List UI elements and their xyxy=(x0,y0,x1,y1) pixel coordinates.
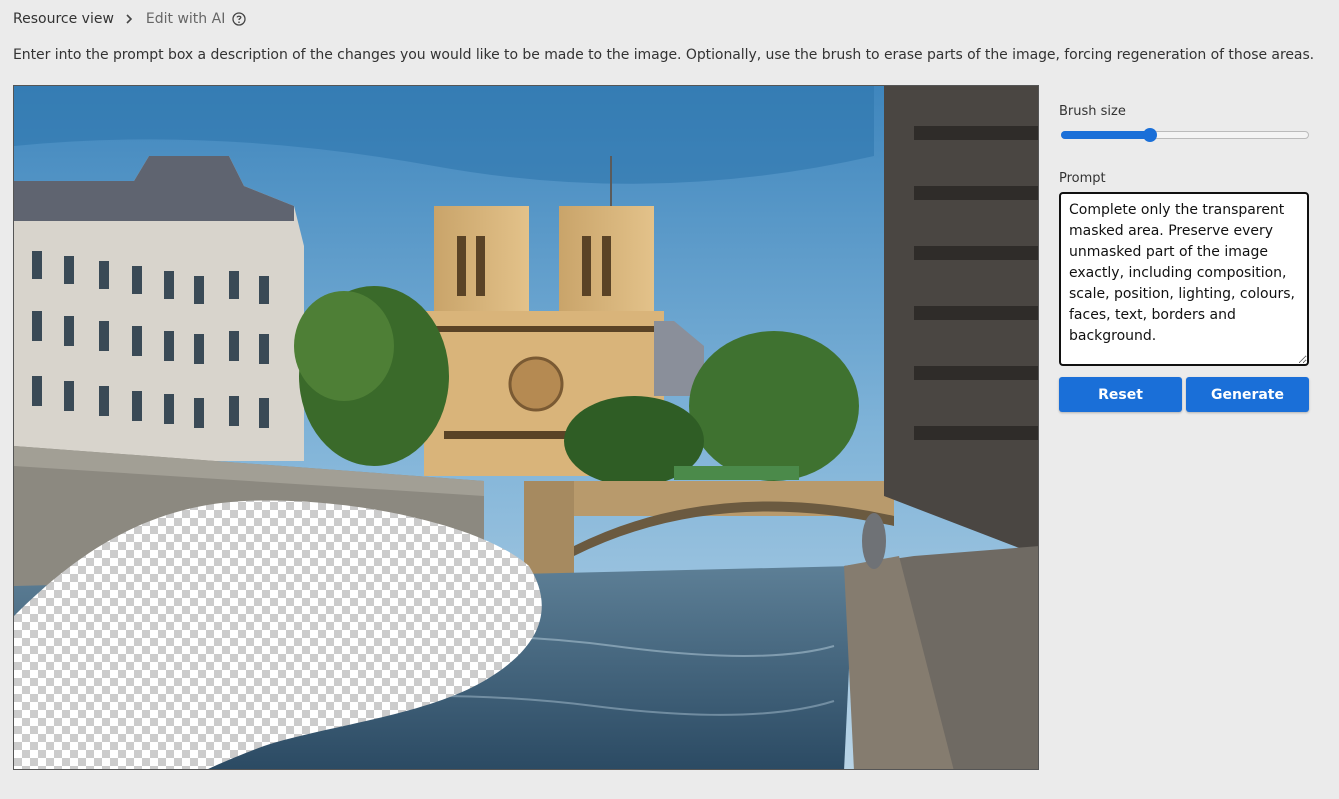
brush-size-label: Brush size xyxy=(1059,104,1126,119)
prompt-input[interactable]: Complete only the transparent masked are… xyxy=(1059,192,1309,366)
breadcrumb-resource-view-link[interactable]: Resource view xyxy=(13,11,114,27)
edited-image xyxy=(14,86,1038,769)
brush-size-slider[interactable] xyxy=(1059,127,1309,143)
slider-fill xyxy=(1061,131,1151,139)
instructions-text: Enter into the prompt box a description … xyxy=(13,47,1315,63)
action-buttons: Reset Generate xyxy=(1059,377,1311,412)
image-editor-canvas[interactable] xyxy=(13,85,1039,770)
breadcrumb-current: Edit with AI xyxy=(145,11,226,27)
generate-button[interactable]: Generate xyxy=(1186,377,1309,412)
edit-panel: Brush size Prompt Complete only the tran… xyxy=(1059,104,1311,412)
prompt-label: Prompt xyxy=(1059,171,1106,186)
question-circle-icon[interactable] xyxy=(232,12,246,26)
chevron-right-icon xyxy=(124,13,134,25)
reset-button[interactable]: Reset xyxy=(1059,377,1182,412)
slider-thumb[interactable] xyxy=(1143,128,1158,142)
breadcrumb: Resource view Edit with AI xyxy=(13,9,246,29)
